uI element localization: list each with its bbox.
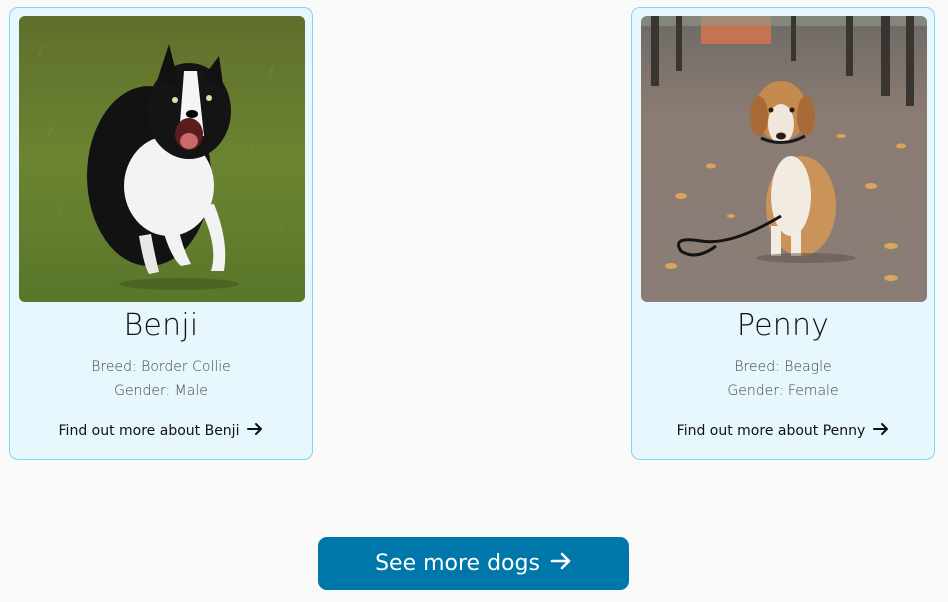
arrow-right-icon [247,422,263,440]
dog-photo-penny [641,16,927,302]
dog-breed: Breed: Border Collie [91,359,231,375]
see-more-dogs-label: See more dogs [375,551,540,576]
arrow-right-icon [873,422,889,440]
dog-gender: Gender: Female [727,383,839,399]
dog-gender: Gender: Male [114,383,208,399]
dog-breed: Breed: Beagle [734,359,832,375]
see-more-dogs-button[interactable]: See more dogs [318,537,629,590]
find-out-more-penny-link[interactable]: Find out more about Penny [632,422,934,440]
find-out-more-benji-link[interactable]: Find out more about Benji [10,422,312,440]
dog-photo-benji [19,16,305,302]
arrow-right-icon [550,551,572,577]
dog-card-benji: Benji Breed: Border Collie Gender: Male … [9,7,313,460]
link-label: Find out more about Penny [676,423,866,439]
link-label: Find out more about Benji [58,423,240,439]
dog-name: Benji [123,308,199,343]
dog-name: Penny [736,308,830,343]
dog-card-penny: Penny Breed: Beagle Gender: Female Find … [631,7,935,460]
